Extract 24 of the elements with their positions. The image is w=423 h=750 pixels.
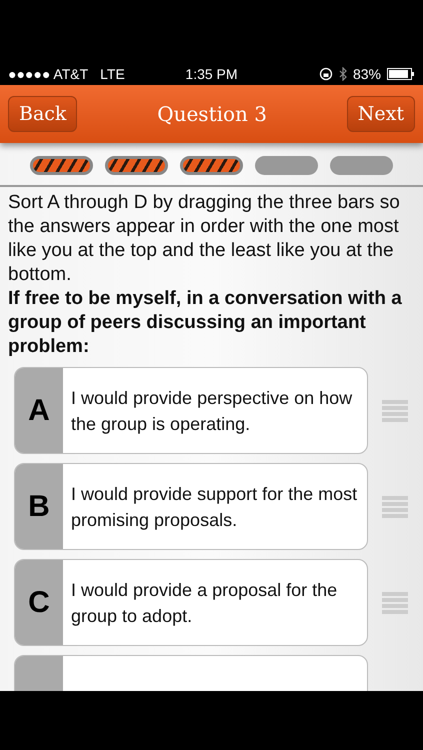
answer-card[interactable]: C I would provide a proposal for the group to adopt.	[14, 559, 368, 646]
answer-text: I would provide support for the most promising proposals.	[70, 482, 358, 532]
answer-text: I would provide perspective on how the group is operating.	[70, 386, 354, 436]
answer-text: I would provide a proposal for the group to adopt.	[70, 578, 338, 628]
next-button[interactable]: Next	[346, 96, 415, 132]
instructions-text: Sort A through D by dragging the three bars so the answers appear in order with the one most like you at the top and the least like you at the bottom.	[8, 191, 401, 287]
answer-card[interactable]: A I would provide perspective on how the group is operating.	[14, 367, 368, 454]
drag-handle-icon[interactable]	[382, 496, 408, 518]
answer-card[interactable]: B I would provide support for the most promising proposals.	[14, 463, 368, 550]
answer-letter: C	[15, 560, 63, 645]
clock-text: 1:35 PM	[184, 66, 239, 82]
network-text: LTE	[100, 66, 125, 82]
battery-icon	[387, 68, 415, 80]
question-prompt: If free to be myself, in a conversation with a group of peers discussing an important problem:	[8, 287, 403, 359]
bluetooth-icon	[338, 66, 347, 80]
drag-handle-icon[interactable]	[382, 592, 408, 614]
answer-letter: A	[15, 368, 63, 453]
battery-text: 83%	[352, 66, 381, 82]
answer-letter: B	[15, 464, 63, 549]
rotation-lock-icon	[318, 66, 333, 80]
question-title: Question 3	[157, 102, 268, 126]
back-button[interactable]: Back	[8, 96, 78, 132]
drag-handle-icon[interactable]	[382, 400, 408, 422]
carrier-text: ●●●●● AT&T	[8, 66, 88, 82]
